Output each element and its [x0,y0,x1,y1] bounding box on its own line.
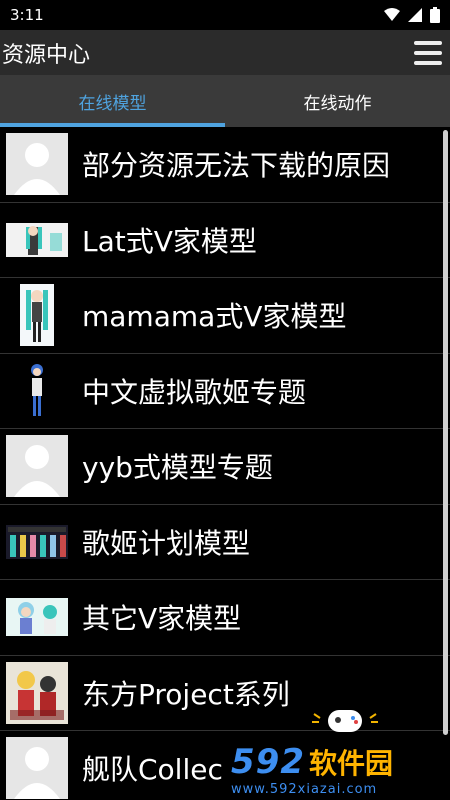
wifi-icon [384,8,400,21]
status-time: 3:11 [10,6,44,24]
signal-icon [408,8,422,22]
list-item[interactable]: Lat式V家模型 [0,203,450,278]
list-item-label: 部分资源无法下载的原因 [82,149,391,183]
placeholder-avatar-icon [6,435,68,498]
model-thumbnail [6,284,68,347]
placeholder-avatar-icon [6,133,68,196]
model-thumbnail [6,359,68,422]
list-item-label: 舰队Collec [82,753,223,787]
list-item[interactable]: 中文虚拟歌姬专题 [0,354,450,429]
list-item-label: yyb式模型专题 [82,451,273,485]
list-item[interactable]: yyb式模型专题 [0,429,450,505]
model-thumbnail [6,209,68,271]
model-thumbnail [6,661,68,724]
app-title: 资源中心 [2,42,91,68]
list-item[interactable]: 东方Project系列 [0,656,450,731]
watermark-url: www.592xiazai.com [231,781,378,797]
resource-list: 部分资源无法下载的原因 Lat式V家模型 mamama式V家模型 中文虚拟歌姬专… [0,127,450,800]
list-item[interactable]: 其它V家模型 [0,580,450,656]
list-item-label: mamama式V家模型 [82,300,347,334]
list-scrollbar[interactable] [443,130,448,735]
battery-icon [430,7,440,23]
list-item-label: Lat式V家模型 [82,224,257,258]
list-item[interactable]: 歌姬计划模型 [0,505,450,580]
tab-bar: 在线模型 在线动作 [0,75,450,127]
menu-icon[interactable] [414,40,442,65]
list-item[interactable]: 部分资源无法下载的原因 [0,127,450,203]
status-icons [384,7,440,23]
list-item-label: 东方Project系列 [82,677,290,711]
tab-online-models[interactable]: 在线模型 [0,75,225,127]
gamepad-mascot-icon [312,710,378,732]
watermark-number: 592 [231,741,305,782]
site-watermark: 592 软件园 www.592xiazai.com [225,738,450,800]
placeholder-avatar-icon [6,737,68,800]
list-item-label: 中文虚拟歌姬专题 [82,375,307,409]
app-bar: 资源中心 [0,30,450,75]
model-thumbnail [6,511,68,573]
list-item-label: 歌姬计划模型 [82,526,251,560]
status-bar: 3:11 [0,0,450,30]
watermark-brand: 软件园 [308,746,393,780]
list-item-label: 其它V家模型 [82,602,242,636]
model-thumbnail [6,586,68,648]
tab-online-motions[interactable]: 在线动作 [225,75,450,127]
list-item[interactable]: mamama式V家模型 [0,278,450,354]
